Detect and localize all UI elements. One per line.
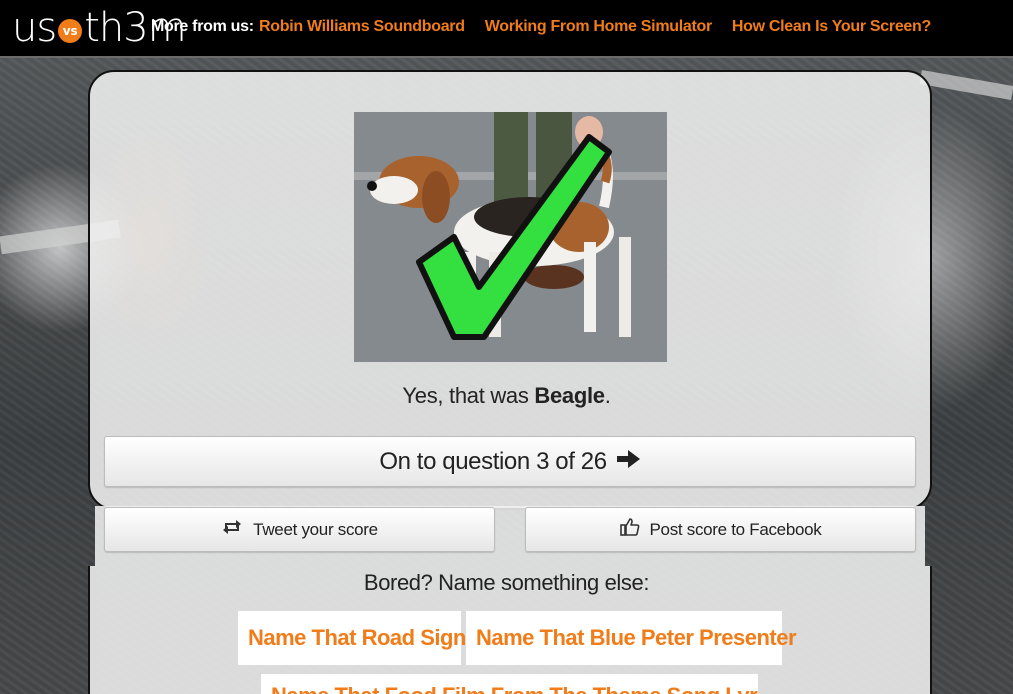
dog-ear [422, 171, 450, 223]
dog-muzzle [370, 176, 418, 204]
dog-nose [367, 181, 377, 191]
next-question-button[interactable]: On to question 3 of 26 [104, 436, 916, 487]
more-from-us-label: More from us: [151, 18, 254, 35]
question-photo [354, 112, 667, 362]
retweet-icon [221, 519, 243, 540]
tweet-score-button[interactable]: Tweet your score [104, 507, 495, 552]
bored-heading: Bored? Name something else: [363, 570, 650, 595]
answer-text: Yes, that was Beagle. [0, 383, 1013, 409]
answer-suffix: . [604, 383, 611, 408]
game-link-blue-peter-presenter[interactable]: Name That Blue Peter Presenter [466, 611, 797, 665]
logo-vs-badge: vs [58, 19, 83, 43]
logo-text-left: us [12, 5, 57, 51]
next-question-label: On to question 3 of 26 [379, 447, 607, 475]
header-links: Robin Williams Soundboard Working From H… [259, 18, 931, 36]
thumbs-up-icon [619, 518, 640, 541]
game-link-road-sign[interactable]: Name That Road Sign [238, 611, 466, 665]
answer-prefix: Yes, that was [402, 383, 535, 408]
post-facebook-button[interactable]: Post score to Facebook [525, 507, 916, 552]
top-bar: us vs th3m More from us: Robin Williams … [0, 0, 1013, 58]
link-working-from-home-simulator[interactable]: Working From Home Simulator [485, 18, 712, 36]
game-link-food-film[interactable]: Name That Food Film From The Theme Song … [261, 674, 758, 694]
post-facebook-label: Post score to Facebook [649, 519, 822, 539]
road-marking [919, 70, 1013, 100]
link-robin-williams-soundboard[interactable]: Robin Williams Soundboard [259, 18, 465, 36]
arrow-right-icon [615, 448, 641, 476]
beagle-photo-with-check [354, 112, 667, 362]
answer-breed: Beagle [534, 383, 605, 408]
tweet-score-label: Tweet your score [253, 519, 378, 539]
link-how-clean-is-your-screen[interactable]: How Clean Is Your Screen? [732, 18, 931, 36]
person-leg [494, 112, 528, 207]
